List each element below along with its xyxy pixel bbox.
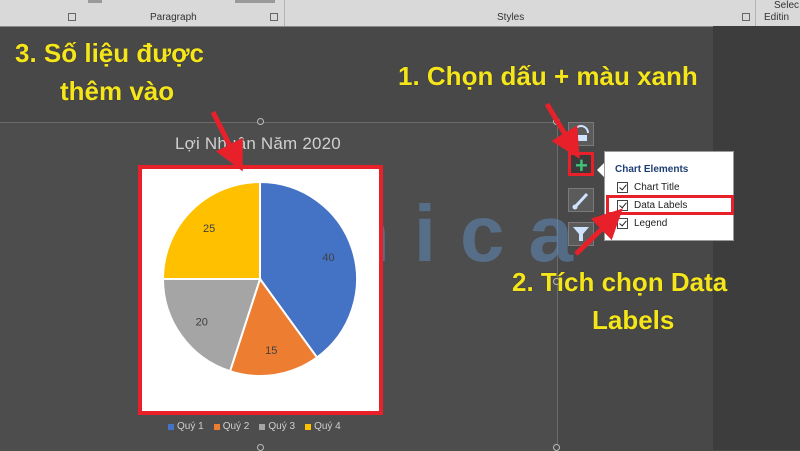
arrow-to-data-labels: [574, 208, 623, 256]
step2-annotation-line1: 2. Tích chọn Data: [512, 267, 728, 297]
arrow-to-plus-button: [544, 102, 580, 159]
arrow-to-plot: [210, 110, 243, 172]
step3-annotation-line2: thêm vào: [60, 76, 175, 106]
step1-annotation: 1. Chọn dấu + màu xanh: [398, 61, 698, 91]
step3-annotation-line1: 3. Số liệu được: [15, 38, 205, 68]
step2-annotation-line2: Labels: [592, 305, 675, 335]
